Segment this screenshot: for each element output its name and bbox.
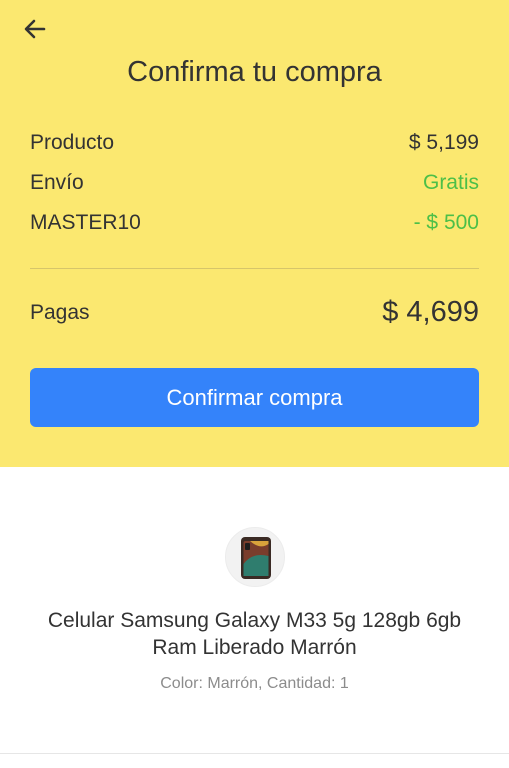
- shipping-label: Envío: [30, 171, 84, 194]
- product-price-row: Producto $ 5,199: [30, 131, 479, 155]
- coupon-code-label: MASTER10: [30, 211, 141, 234]
- total-value: $ 4,699: [382, 296, 479, 328]
- bottom-divider: [0, 753, 509, 754]
- total-row: Pagas $ 4,699: [30, 296, 479, 329]
- summary-divider: [30, 268, 479, 269]
- smartphone-thumbnail-icon: [241, 537, 271, 579]
- total-label: Pagas: [30, 300, 90, 324]
- purchase-summary-panel: Confirma tu compra Producto $ 5,199 Enví…: [0, 0, 509, 467]
- shipping-value: Gratis: [422, 171, 479, 194]
- product-price-label: Producto: [30, 131, 115, 154]
- product-details: Color: Marrón, Cantidad: 1: [160, 675, 349, 692]
- product-name: Celular Samsung Galaxy M33 5g 128gb 6gb …: [47, 609, 462, 659]
- page-title: Confirma tu compra: [127, 56, 382, 88]
- back-button[interactable]: [20, 16, 50, 42]
- coupon-row: MASTER10 - $ 500: [30, 211, 479, 235]
- coupon-discount-value: - $ 500: [413, 211, 479, 234]
- shipping-row: Envío Gratis: [30, 171, 479, 195]
- product-thumbnail: [225, 527, 285, 587]
- confirm-purchase-button[interactable]: Confirmar compra: [30, 368, 479, 427]
- arrow-left-icon: [24, 19, 46, 39]
- product-price-value: $ 5,199: [408, 131, 479, 154]
